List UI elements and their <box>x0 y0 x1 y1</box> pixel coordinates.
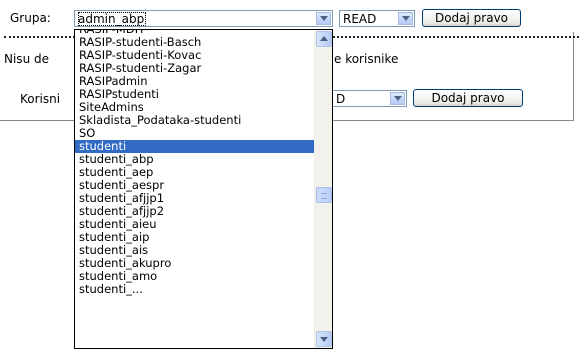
scrollbar-thumb[interactable] <box>316 187 332 203</box>
grupa-select-value: admin_abp <box>78 12 147 26</box>
permission-select[interactable]: READ <box>339 10 415 27</box>
chevron-down-icon[interactable] <box>316 12 331 25</box>
dropdown-option[interactable]: Skladista_Podataka-studenti <box>75 114 315 127</box>
grupa-dropdown-list[interactable]: RASIP-MDH RASIP-studenti-Basch RASIP-stude… <box>74 29 333 349</box>
panel-border <box>573 32 574 121</box>
info-text: Nisu de <box>4 52 49 66</box>
chevron-down-icon[interactable] <box>390 92 405 105</box>
dropdown-option[interactable]: studenti_... <box>75 283 315 296</box>
chevron-down-icon[interactable] <box>398 12 413 25</box>
permission-select-value: READ <box>343 12 377 26</box>
scroll-down-icon[interactable] <box>316 331 332 347</box>
dropdown-scrollbar[interactable] <box>314 30 332 348</box>
add-permission-button[interactable]: Dodaj pravo <box>422 9 521 27</box>
dropdown-options: RASIP-MDH RASIP-studenti-Basch RASIP-stude… <box>75 30 315 296</box>
grupa-label: Grupa: <box>10 11 51 25</box>
info-text: e korisnike <box>334 52 399 66</box>
add-user-permission-button[interactable]: Dodaj pravo <box>413 89 523 107</box>
scroll-up-icon[interactable] <box>316 31 332 47</box>
korisnik-label: Korisni <box>20 92 61 106</box>
user-permission-select[interactable]: D <box>332 90 407 107</box>
grupa-select[interactable]: admin_abp <box>74 10 333 27</box>
user-permission-select-value: D <box>336 92 346 106</box>
